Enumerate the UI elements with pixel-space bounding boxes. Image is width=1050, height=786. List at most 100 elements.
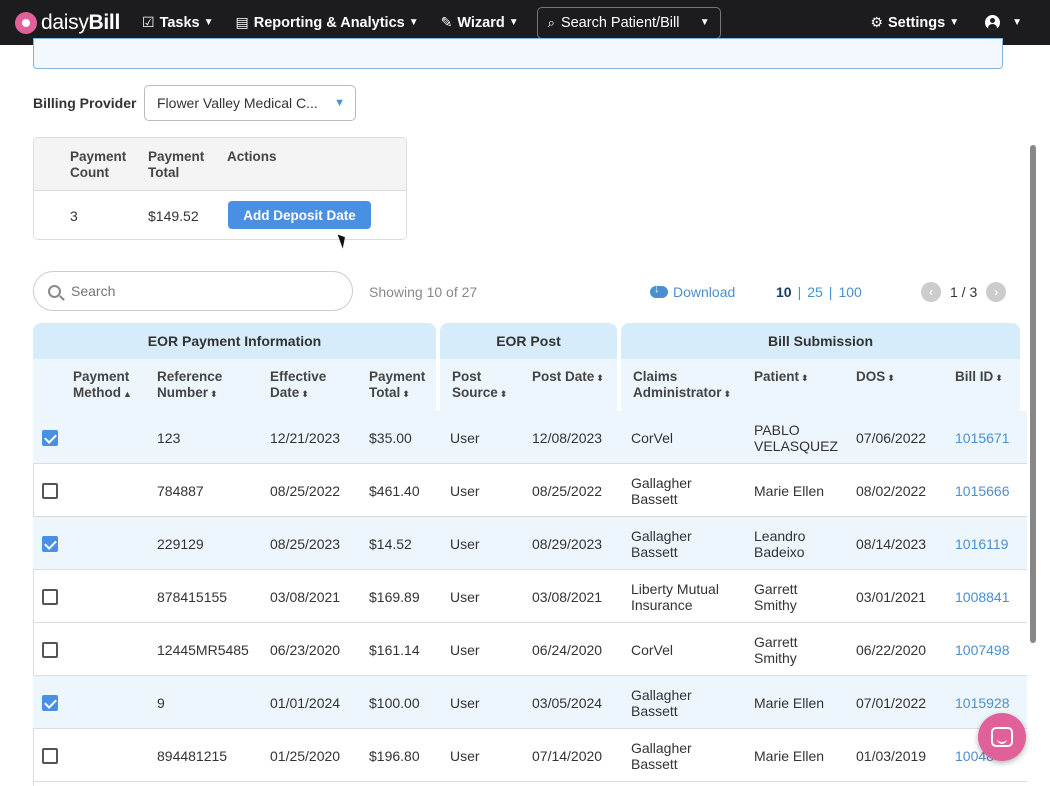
prev-page-button[interactable]: ‹: [921, 282, 941, 302]
nav-reporting[interactable]: ▤ Reporting & Analytics ▼: [236, 14, 419, 31]
chat-icon: [991, 727, 1013, 747]
row-checkbox[interactable]: [42, 536, 58, 552]
summary-row: 3 $149.52 Add Deposit Date: [34, 191, 406, 239]
summary-header: Payment Count Payment Total Actions: [34, 138, 406, 191]
billing-provider-select[interactable]: Flower Valley Medical C... ▼: [144, 85, 356, 121]
group-header-eor-post: EOR Post: [440, 323, 617, 359]
cell-bill-id[interactable]: 1007498: [955, 642, 1010, 658]
add-deposit-date-button[interactable]: Add Deposit Date: [228, 201, 371, 229]
cell-payment-total: $35.00: [369, 430, 412, 446]
col-payment-total[interactable]: Payment Total ⬍: [369, 369, 425, 402]
cell-patient: Marie Ellen: [754, 695, 825, 711]
row-checkbox[interactable]: [42, 483, 58, 499]
cell-post-date: 07/14/2020: [532, 748, 603, 764]
cell-reference-number: 9: [157, 695, 165, 711]
scrollbar[interactable]: [1030, 145, 1036, 643]
cell-post-date: 03/08/2021: [532, 589, 603, 605]
table-search[interactable]: [33, 271, 353, 311]
col-reference-number[interactable]: Reference Number ⬍: [157, 369, 222, 402]
cell-payment-total: $161.14: [369, 642, 420, 658]
cell-effective-date: 01/01/2024: [270, 695, 341, 711]
search-icon: [48, 284, 61, 298]
cell-reference-number: 229129: [157, 536, 204, 552]
cell-patient: Marie Ellen: [754, 748, 825, 764]
logo-text: daisyBill: [41, 10, 121, 34]
row-checkbox[interactable]: [42, 695, 58, 711]
cloud-download-icon: [650, 283, 668, 298]
nav-settings[interactable]: ⚙ Settings ▼: [870, 14, 959, 31]
page-size-25[interactable]: 25: [807, 284, 823, 300]
cell-claims-administrator: Gallagher Bassett: [631, 687, 692, 719]
actions-header: Actions: [227, 149, 277, 164]
user-menu[interactable]: ▼: [985, 15, 1022, 30]
cell-post-source: User: [450, 483, 480, 499]
cell-claims-administrator: Liberty Mutual Insurance: [631, 581, 719, 613]
cell-post-date: 08/25/2022: [532, 483, 603, 499]
nav-search-patient-bill[interactable]: ⌕ Search Patient/Bill ▼: [536, 6, 721, 39]
cell-bill-id[interactable]: 1008841: [955, 589, 1010, 605]
cell-post-source: User: [450, 748, 480, 764]
chevron-down-icon: ▼: [508, 17, 519, 28]
sort-icon: ⬍: [995, 373, 1003, 383]
col-post-date[interactable]: Post Date ⬍: [532, 369, 604, 386]
gear-icon: ⚙: [870, 14, 883, 30]
nav-wizard[interactable]: ✎ Wizard ▼: [441, 14, 519, 31]
col-effective-date[interactable]: Effective Date ⬍: [270, 369, 326, 402]
cell-post-date: 06/24/2020: [532, 642, 603, 658]
user-icon: [985, 15, 1001, 30]
cell-bill-id[interactable]: 1015671: [955, 430, 1010, 446]
cell-post-date: 03/05/2024: [532, 695, 603, 711]
cell-claims-administrator: CorVel: [631, 642, 674, 658]
nav-tasks[interactable]: ☑ Tasks ▼: [142, 14, 214, 31]
next-page-button[interactable]: ›: [986, 282, 1007, 302]
logo[interactable]: daisyBill: [15, 11, 120, 35]
chat-button[interactable]: [978, 713, 1026, 761]
cell-patient: PABLO VELASQUEZ: [754, 422, 839, 454]
cell-post-date: 12/08/2023: [532, 430, 603, 446]
cell-dos: 08/14/2023: [856, 536, 927, 552]
cell-effective-date: 01/25/2020: [270, 748, 341, 764]
page-indicator: 1 / 3: [950, 284, 978, 300]
col-bill-id[interactable]: Bill ID ⬍: [955, 369, 1003, 386]
cell-bill-id[interactable]: 1015666: [955, 483, 1010, 499]
chevron-down-icon: ▼: [203, 17, 214, 28]
cell-post-date: 08/29/2023: [532, 536, 603, 552]
page-size-selector: 10 | 25 | 100: [776, 284, 862, 300]
download-link[interactable]: Download: [650, 283, 735, 300]
cell-post-source: User: [450, 536, 480, 552]
col-payment-method[interactable]: Payment Method ▲: [73, 369, 132, 402]
payment-count-value: 3: [70, 208, 78, 224]
cell-claims-administrator: Gallagher Bassett: [631, 528, 692, 560]
cell-post-source: User: [450, 695, 480, 711]
cell-payment-total: $196.80: [369, 748, 420, 764]
cell-reference-number: 878415155: [157, 589, 228, 605]
row-checkbox[interactable]: [42, 748, 58, 764]
cell-reference-number: 784887: [157, 483, 204, 499]
col-post-source[interactable]: Post Source ⬍: [452, 369, 507, 402]
col-patient[interactable]: Patient ⬍: [754, 369, 809, 386]
page-size-10[interactable]: 10: [776, 284, 792, 300]
cell-dos: 01/03/2019: [856, 748, 927, 764]
row-checkbox[interactable]: [42, 430, 58, 446]
col-claims-administrator[interactable]: Claims Administrator ⬍: [633, 369, 731, 402]
col-dos[interactable]: DOS ⬍: [856, 369, 895, 386]
row-checkbox[interactable]: [42, 589, 58, 605]
sort-icon: ⬍: [596, 373, 604, 383]
page-size-100[interactable]: 100: [838, 284, 861, 300]
cell-reference-number: 894481215: [157, 748, 228, 764]
cell-bill-id[interactable]: 1016119: [955, 536, 1008, 552]
cell-patient: Marie Ellen: [754, 483, 825, 499]
cell-effective-date: 08/25/2023: [270, 536, 341, 552]
cell-patient: Garrett Smithy: [754, 581, 798, 613]
cell-bill-id[interactable]: 1015928: [955, 695, 1010, 711]
row-checkbox[interactable]: [42, 642, 58, 658]
search-input[interactable]: [71, 283, 311, 299]
sort-icon: ⬍: [887, 373, 895, 383]
chevron-down-icon: ▼: [949, 17, 960, 28]
payment-total-value: $149.52: [148, 208, 199, 224]
nav-reporting-label: Reporting & Analytics: [253, 14, 405, 31]
cell-claims-administrator: Gallagher Bassett: [631, 475, 692, 507]
cell-reference-number: 12445MR5485: [157, 642, 249, 658]
cell-dos: 07/06/2022: [856, 430, 927, 446]
cell-dos: 06/22/2020: [856, 642, 927, 658]
